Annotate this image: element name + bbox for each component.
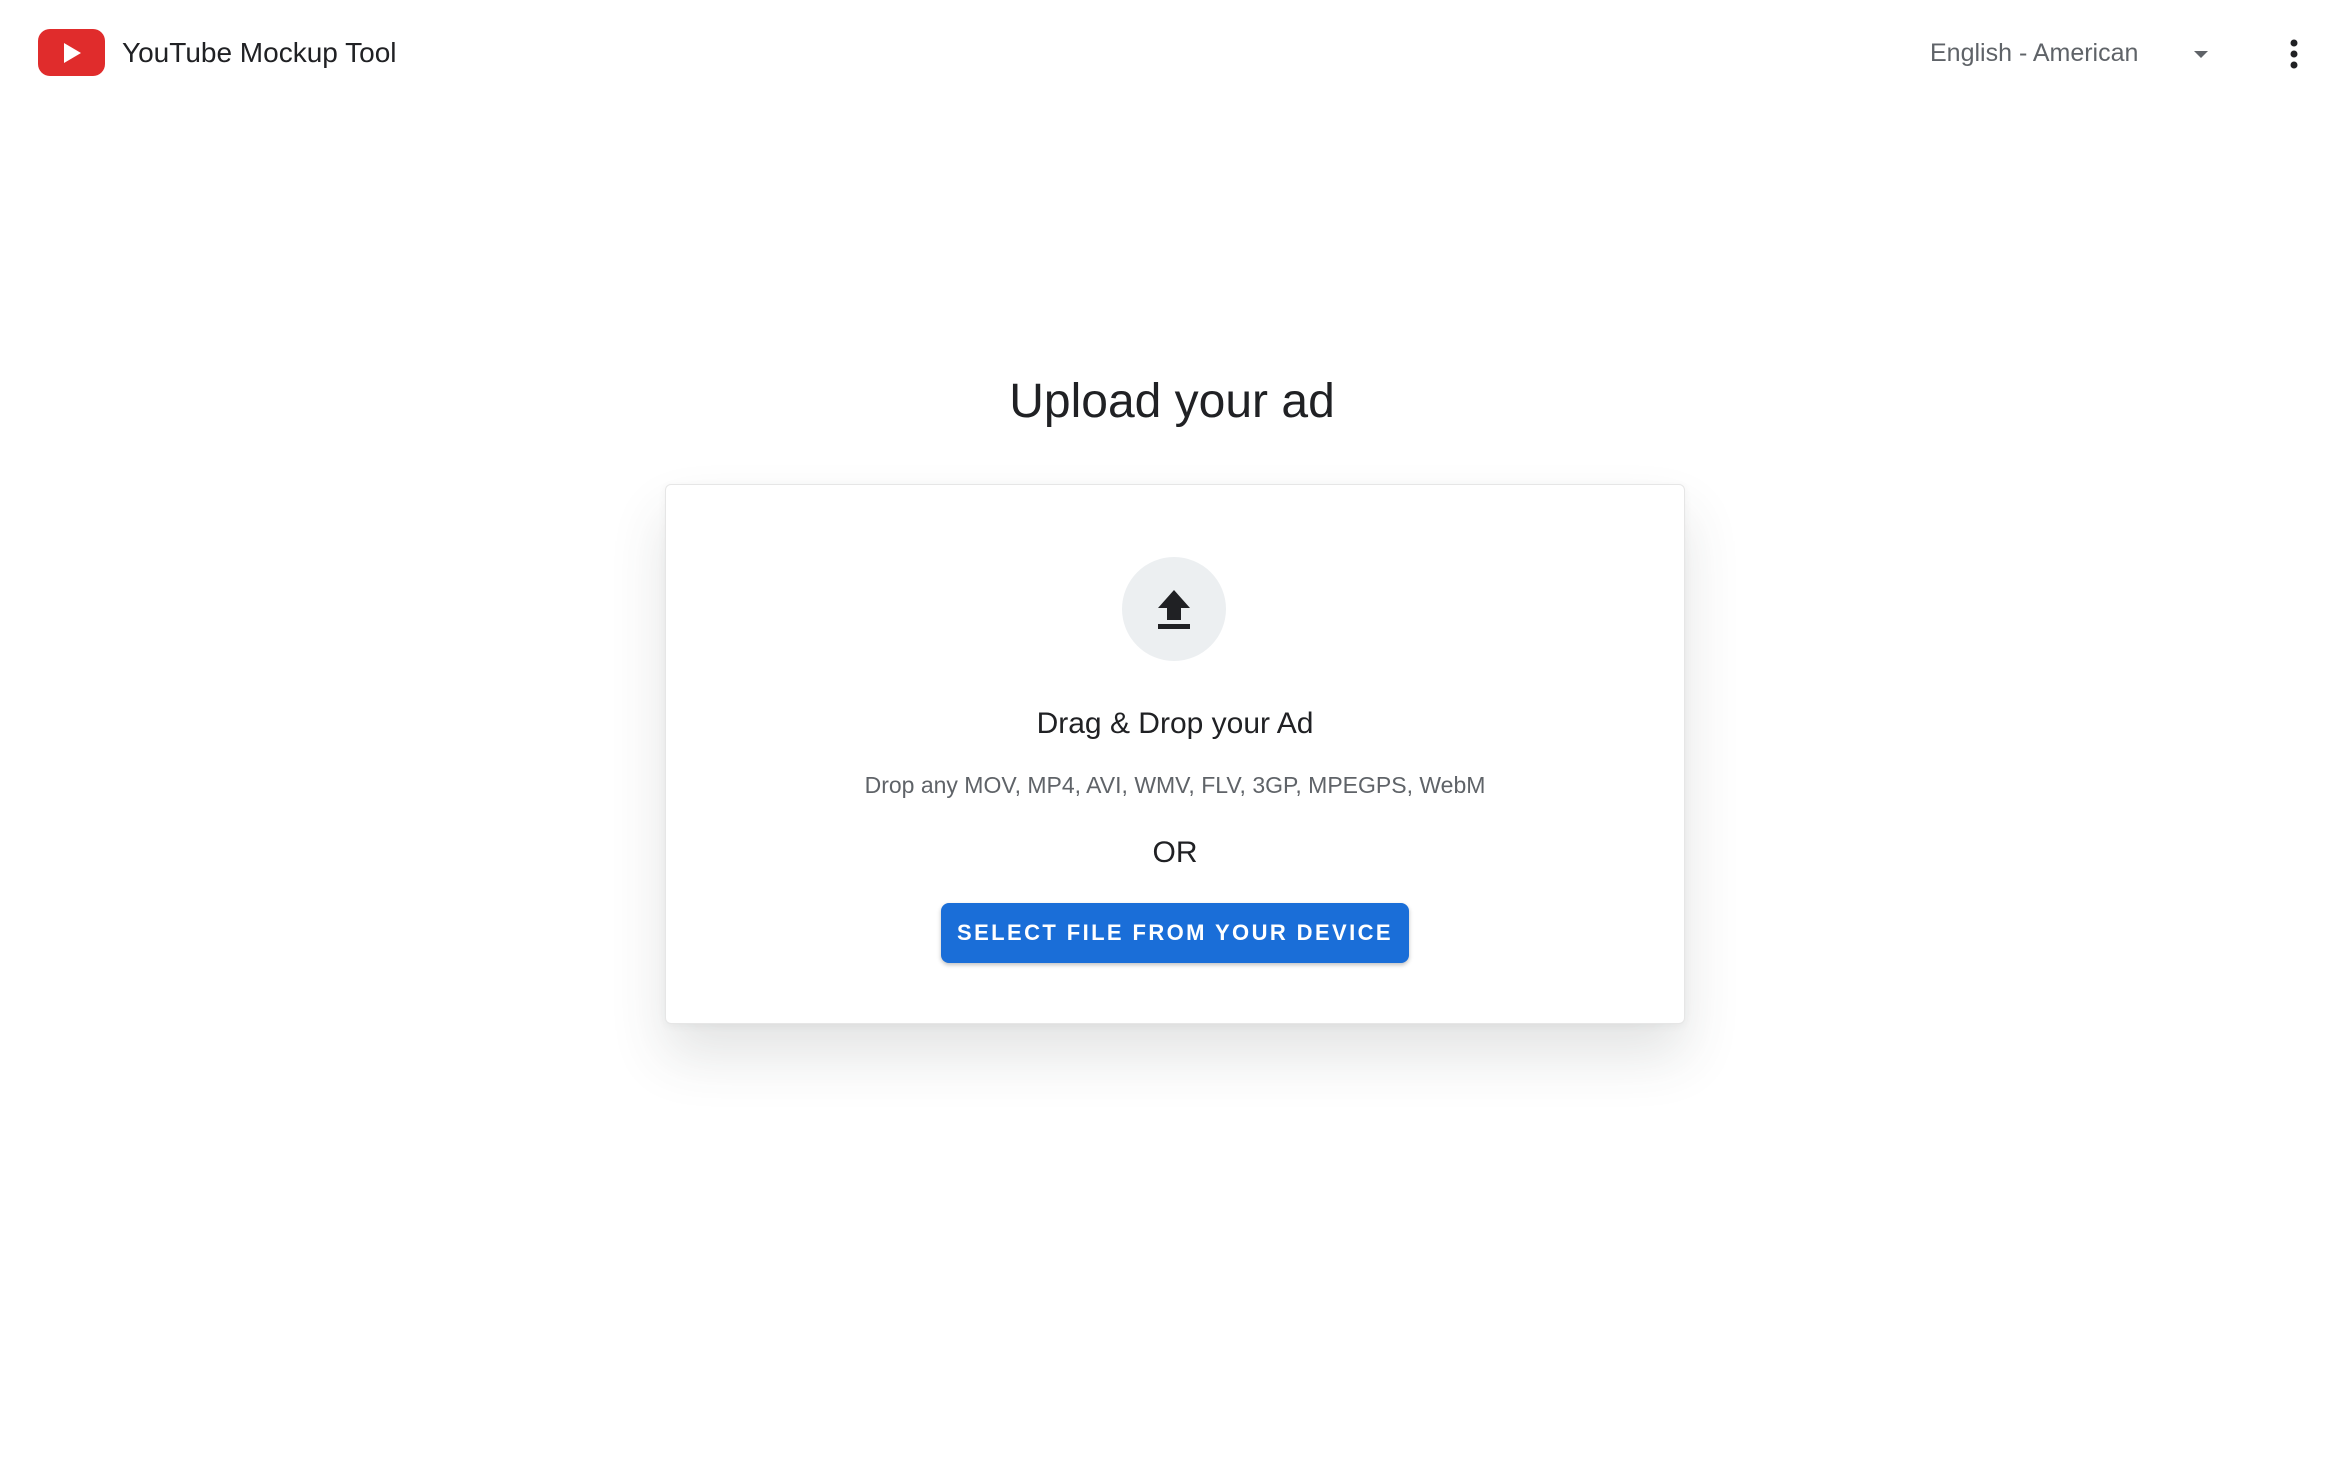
more-options-button[interactable] — [2270, 30, 2318, 78]
app-title: YouTube Mockup Tool — [122, 37, 397, 68]
upload-icon — [1158, 590, 1190, 629]
upload-icon-badge — [1122, 557, 1226, 661]
caret-down-icon — [2194, 51, 2208, 58]
supported-formats-text: Drop any MOV, MP4, AVI, WMV, FLV, 3GP, M… — [864, 772, 1486, 798]
language-value: English - American — [1930, 39, 2139, 67]
dropzone-heading: Drag & Drop your Ad — [1036, 707, 1314, 740]
more-vert-icon — [2290, 39, 2298, 69]
language-dropdown[interactable]: English - American — [1908, 30, 2228, 76]
page-title: Upload your ad — [1009, 375, 1335, 428]
app-header: YouTube Mockup Tool English - American — [0, 0, 2344, 106]
upload-dropzone[interactable]: Drag & Drop your Ad Drop any MOV, MP4, A… — [665, 484, 1685, 1024]
or-divider-text: OR — [1152, 836, 1198, 869]
youtube-logo[interactable] — [38, 29, 105, 76]
youtube-play-icon — [63, 42, 81, 63]
select-file-button[interactable]: SELECT FILE FROM YOUR DEVICE — [941, 903, 1409, 963]
